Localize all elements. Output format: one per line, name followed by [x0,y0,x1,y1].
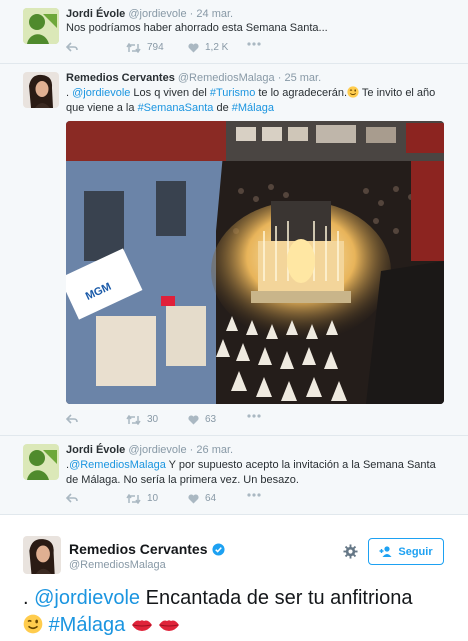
author-handle[interactable]: @jordievole [128,444,186,456]
text-fragment: Encantada de ser tu anfitriona [140,587,413,609]
retweet-icon [126,493,141,504]
avatar[interactable] [23,8,59,44]
follow-button[interactable]: Seguir [368,538,444,565]
kiss-lips-icon [131,620,152,631]
like-count: 64 [205,493,217,504]
like-icon [188,42,199,52]
text-fragment: te lo agradecerán. [255,87,348,99]
follow-person-icon [379,546,392,557]
like-button[interactable]: 64 [188,493,216,504]
mention-link[interactable]: @jordievole [72,87,130,99]
avatar[interactable] [23,444,59,480]
like-button[interactable]: 63 [188,414,216,425]
tweet-date[interactable]: 25 mar. [284,72,321,84]
author-handle[interactable]: @RemediosMalaga [178,72,275,84]
more-button[interactable] [247,42,261,46]
main-tweet: Remedios Cervantes @RemediosMalaga Segui… [0,515,468,641]
avatar[interactable] [23,536,61,574]
like-count: 63 [205,414,217,425]
gear-icon [343,544,358,559]
reply-button[interactable] [66,42,78,52]
like-icon [188,414,199,424]
reply-icon [66,414,78,424]
reply-icon [66,42,78,52]
wink-emoji-icon [23,614,43,634]
separator: · [189,8,194,20]
mention-link[interactable]: @jordievole [34,587,140,609]
separator: · [277,72,282,84]
tweet-date[interactable]: 26 mar. [196,444,233,456]
settings-button[interactable] [343,544,358,564]
text-fragment: . [23,587,35,609]
separator: · [189,444,194,456]
more-button[interactable] [247,414,261,418]
like-button[interactable]: 1,2 K [188,42,228,53]
author-name[interactable]: Remedios Cervantes [66,72,175,84]
more-icon [247,493,261,497]
author-handle[interactable]: @RemediosMalaga [69,559,166,571]
retweet-button[interactable]: 794 [126,42,164,53]
author-name[interactable]: Remedios Cervantes [69,541,208,557]
more-icon [247,42,261,46]
text-fragment: de [213,102,232,114]
avatar[interactable] [23,72,59,108]
tweet-card[interactable]: Remedios Cervantes @RemediosMalaga · 25 … [0,64,468,436]
tweet-text: . @jordievole Los q viven del #Turismo t… [66,86,444,116]
like-count: 1,2 K [205,42,229,53]
retweet-icon [126,414,141,425]
tweet-text: Nos podríamos haber ahorrado esta Semana… [66,22,328,34]
tweet-date[interactable]: 24 mar. [196,8,233,20]
more-button[interactable] [247,493,261,497]
hashtag-link[interactable]: #Málaga [49,614,126,636]
retweet-icon [126,42,141,53]
hashtag-link[interactable]: #Málaga [232,102,274,114]
reply-icon [66,493,78,503]
text-fragment: Los q viven del [130,87,210,99]
kiss-lips-icon [159,620,180,631]
retweet-count: 794 [147,42,164,53]
reply-button[interactable] [66,414,78,424]
tweet-card[interactable]: Jordi Évole @jordievole · 26 mar. .@Reme… [0,436,468,515]
author-name[interactable]: Jordi Évole [66,444,125,456]
retweet-count: 30 [147,414,159,425]
more-icon [247,414,261,418]
mention-link[interactable]: @RemediosMalaga [69,459,166,471]
retweet-count: 10 [147,493,159,504]
tweet-text: .@RemediosMalaga Y por supuesto acepto l… [66,458,446,488]
author-handle[interactable]: @jordievole [128,8,186,20]
wink-emoji-icon [347,86,359,98]
follow-label: Seguir [398,545,433,558]
author-name[interactable]: Jordi Évole [66,8,125,20]
tweet-card[interactable]: Jordi Évole @jordievole · 24 mar. Nos po… [0,0,468,64]
tweet-text: . @jordievole Encantada de ser tu anfitr… [23,585,443,639]
retweet-button[interactable]: 30 [126,414,158,425]
reply-button[interactable] [66,493,78,503]
verified-icon [211,542,225,556]
hashtag-link[interactable]: #Turismo [210,87,255,99]
tweet-photo[interactable]: MGM [66,121,444,404]
like-icon [188,493,199,503]
retweet-button[interactable]: 10 [126,493,158,504]
hashtag-link[interactable]: #SemanaSanta [138,102,214,114]
